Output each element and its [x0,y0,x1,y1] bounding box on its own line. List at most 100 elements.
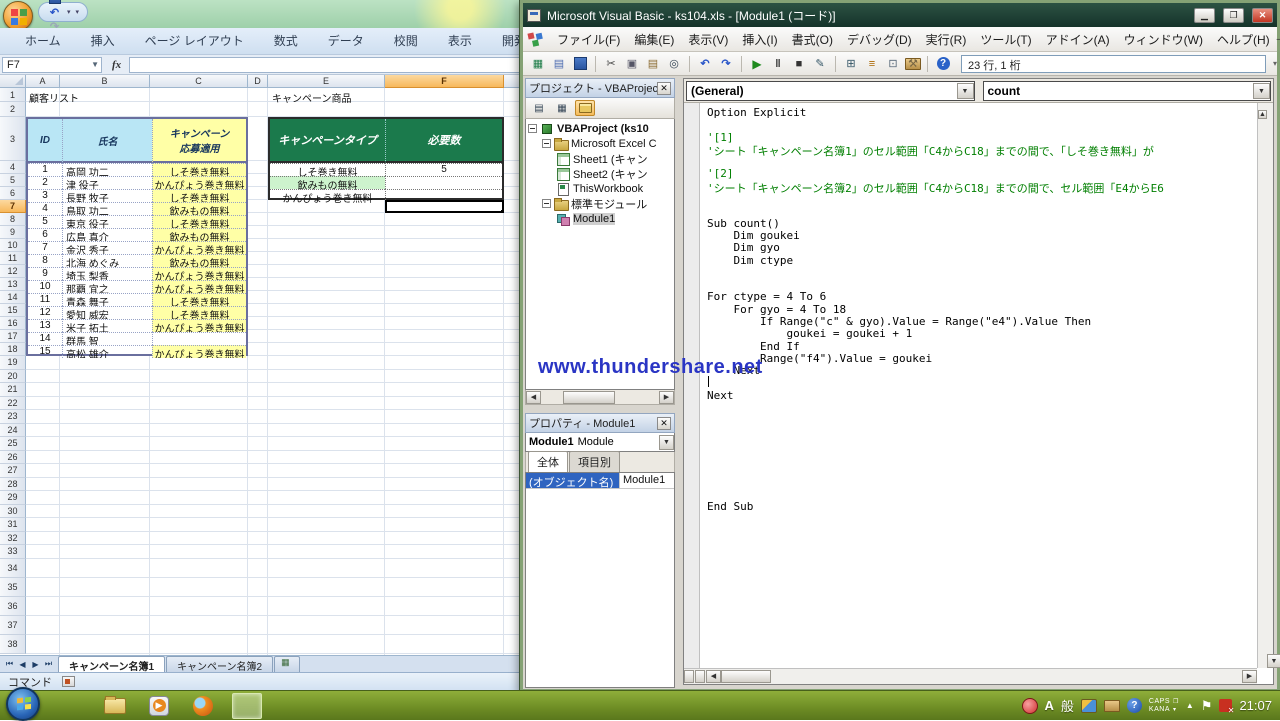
cell-name[interactable]: 長野 牧子 [62,189,152,202]
worksheet-grid[interactable]: ABCDEF1234567891011121314151617181920212… [0,75,524,655]
row-header[interactable]: 37 [0,616,26,635]
power-warning-icon[interactable] [1219,699,1232,712]
cell-id[interactable]: 1 [28,163,62,176]
active-cell[interactable] [385,200,504,213]
row-header[interactable]: 1 [0,88,26,102]
ribbon-tab[interactable]: 校閲 [381,28,431,54]
cell-required-count[interactable]: 5 [385,163,502,176]
ime-pad-icon[interactable] [1081,699,1097,713]
code-line[interactable] [707,266,1257,278]
row-header[interactable]: 11 [0,252,26,265]
ribbon-tab[interactable]: ページ レイアウト [132,28,257,54]
menu-item[interactable]: 書式(O) [785,28,840,51]
code-line[interactable]: Dim gyo [707,241,1257,253]
row-header[interactable]: 24 [0,424,26,438]
kana-dropdown-icon[interactable]: ▾ [1173,706,1177,714]
header-required-count[interactable]: 必要数 [385,119,502,163]
toggle-folders-icon[interactable] [575,100,595,116]
name-box-dropdown-icon[interactable]: ▼ [91,60,99,69]
undo-dropdown-icon[interactable]: ▾ [67,8,71,16]
sheet-tab[interactable]: キャンペーン名簿2 [166,656,273,672]
save-icon[interactable] [571,55,589,72]
code-line[interactable]: 'シート「キャンペーン名簿2」のセル範囲「C4からC18」までの間で、セル範囲「… [707,180,1257,192]
find-icon[interactable] [665,55,683,72]
undo-icon[interactable] [47,5,62,19]
cell-campaign[interactable]: しそ巻き無料 [152,215,246,228]
taskbar-app[interactable] [144,693,174,719]
column-header[interactable]: C [150,75,248,88]
view-code-icon[interactable] [529,100,549,116]
row-header[interactable]: 14 [0,291,26,304]
scroll-left-icon[interactable]: ◀ [706,670,721,683]
ime-help-icon[interactable]: ? [1127,698,1142,713]
column-header[interactable]: A [26,75,60,88]
scroll-thumb[interactable] [721,670,771,683]
sheet-tab[interactable]: キャンペーン名簿1 [58,656,165,672]
cell-name[interactable]: 青森 舞子 [62,293,152,306]
cell-campaign[interactable]: かんぴょう巻き無料 [152,280,246,293]
row-header[interactable]: 7 [0,200,26,213]
cell-id[interactable]: 15 [28,345,62,358]
cell-id[interactable]: 9 [28,267,62,280]
taskbar-app[interactable] [232,693,262,719]
row-header[interactable]: 18 [0,343,26,356]
column-header[interactable]: F [385,75,504,88]
collapse-icon[interactable] [528,124,537,133]
recorder-icon[interactable] [1022,698,1038,714]
select-all-corner[interactable] [0,75,26,88]
collapse-icon[interactable] [542,199,551,208]
code-line[interactable] [707,413,1257,425]
cell-campaign[interactable]: 飲みもの無料 [152,202,246,215]
cell-name[interactable]: 北海 めぐみ [62,254,152,267]
code-line[interactable] [707,204,1257,216]
code-line[interactable]: For ctype = 4 To 6 [707,290,1257,302]
object-browser-icon[interactable] [884,55,902,72]
cell-campaign[interactable]: しそ巻き無料 [152,163,246,176]
row-header[interactable]: 10 [0,239,26,252]
cell-campaign[interactable]: かんぴょう巻き無料 [152,319,246,332]
menu-item[interactable]: ウィンドウ(W) [1117,28,1210,51]
menu-item[interactable]: 編集(E) [627,28,681,51]
properties-window-icon[interactable] [863,55,881,72]
code-line[interactable]: 'シート「キャンペーン名簿1」のセル範囲「C4からC18」までの間で、「しそ巻き… [707,143,1257,155]
row-header[interactable]: 33 [0,545,26,559]
property-row[interactable]: (オブジェクト名) Module1 [526,473,674,489]
row-header[interactable]: 20 [0,370,26,384]
procedure-view-icon[interactable] [684,670,694,683]
cell-id[interactable]: 14 [28,332,62,345]
scroll-right-icon[interactable]: ▶ [659,391,674,404]
cell-campaign[interactable]: かんぴょう巻き無料 [152,241,246,254]
scroll-thumb[interactable] [563,391,615,404]
formula-input[interactable] [129,57,522,73]
cell-name[interactable]: 鳥取 功二 [62,202,152,215]
cell-campaign-type[interactable]: かんぴょう巻き無料 [270,189,385,202]
header-name[interactable]: 氏名 [62,119,152,163]
code-line[interactable]: '[2] [707,167,1257,179]
row-header[interactable]: 21 [0,383,26,397]
menu-item[interactable]: デバッグ(D) [840,28,919,51]
row-header[interactable]: 3 [0,117,26,161]
row-header[interactable]: 26 [0,451,26,465]
cell-name[interactable]: 愛知 威宏 [62,306,152,319]
prev-sheet-icon[interactable]: ◀ [17,660,28,669]
row-header[interactable]: 25 [0,437,26,451]
row-header[interactable]: 2 [0,102,26,117]
next-sheet-icon[interactable]: ▶ [30,660,41,669]
menu-item[interactable]: 実行(R) [919,28,974,51]
row-header[interactable]: 19 [0,356,26,370]
row-header[interactable]: 12 [0,265,26,278]
code-line[interactable] [707,278,1257,290]
row-header[interactable]: 30 [0,505,26,519]
ribbon-tab[interactable]: ホーム [12,28,74,54]
object-selector[interactable]: Module1 Module ▼ [525,433,675,452]
menu-item[interactable]: ファイル(F) [550,28,627,51]
row-header[interactable]: 13 [0,278,26,291]
menu-item[interactable]: アドイン(A) [1039,28,1117,51]
cell-campaign[interactable]: しそ巻き無料 [152,306,246,319]
office-button-icon[interactable] [3,1,33,31]
cell-name[interactable]: 金沢 秀子 [62,241,152,254]
ime-tools-icon[interactable] [1104,700,1120,712]
code-line[interactable]: Range("f4").Value = goukei [707,352,1257,364]
code-line[interactable]: Dim ctype [707,254,1257,266]
row-header[interactable]: 17 [0,330,26,343]
